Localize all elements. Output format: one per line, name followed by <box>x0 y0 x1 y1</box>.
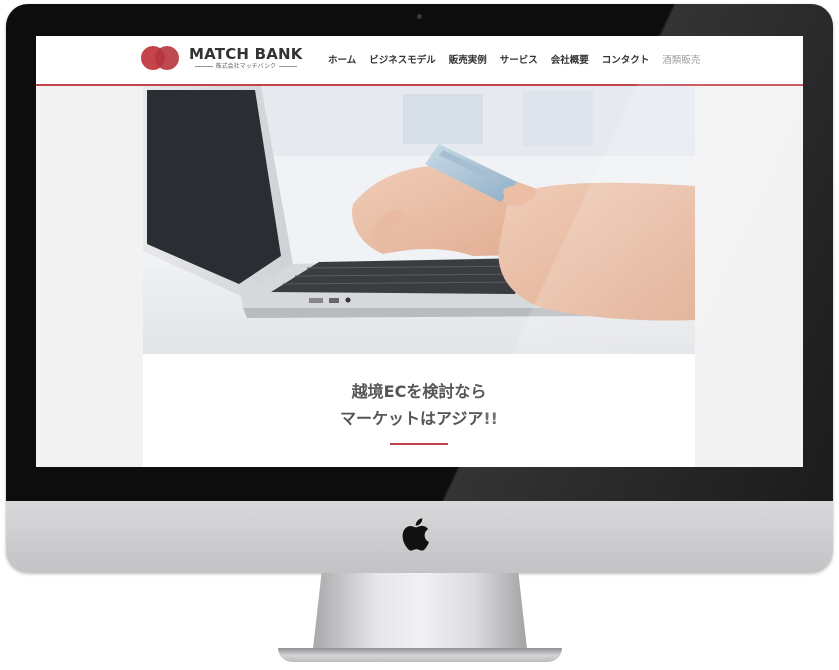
headline-line-2: マーケットはアジア!! <box>340 409 498 428</box>
hero-image <box>143 86 695 354</box>
brand-sub-text: 株式会社マッチバンク <box>215 62 276 70</box>
hero-content: 越境ECを検討なら マーケットはアジア!! <box>143 354 695 467</box>
monitor-stand <box>313 573 527 649</box>
monitor-chin <box>6 501 833 573</box>
main-nav: ホーム ビジネスモデル 販売実例 サービス 会社概要 コンタクト 酒類販売 <box>328 52 700 66</box>
brand-name: MATCH BANK <box>189 44 303 63</box>
headline-line-1: 越境ECを検討なら <box>351 382 487 401</box>
laptop-card-photo <box>143 86 695 354</box>
hero-headline: 越境ECを検討なら マーケットはアジア!! <box>143 378 695 432</box>
nav-item-home[interactable]: ホーム <box>328 52 356 66</box>
nav-item-services[interactable]: サービス <box>500 52 538 66</box>
website-screen: MATCH BANK 株式会社マッチバンク ホーム ビジネスモデル 販売実例 サ… <box>36 36 803 467</box>
nav-item-contact[interactable]: コンタクト <box>602 52 650 66</box>
brand-text: MATCH BANK 株式会社マッチバンク <box>189 44 303 71</box>
site-header: MATCH BANK 株式会社マッチバンク ホーム ビジネスモデル 販売実例 サ… <box>36 36 803 86</box>
nav-item-company[interactable]: 会社概要 <box>551 52 589 66</box>
monitor: MATCH BANK 株式会社マッチバンク ホーム ビジネスモデル 販売実例 サ… <box>6 4 833 573</box>
monitor-stand-foot <box>278 648 562 662</box>
nav-item-liquor-sales[interactable]: 酒類販売 <box>662 52 700 66</box>
apple-icon <box>402 518 429 551</box>
nav-item-sales-examples[interactable]: 販売実例 <box>449 52 487 66</box>
brand-tagline: 株式会社マッチバンク <box>194 62 297 71</box>
nav-item-business-model[interactable]: ビジネスモデル <box>369 52 436 66</box>
headline-divider <box>390 443 448 445</box>
camera-icon <box>417 14 422 19</box>
monitor-bezel: MATCH BANK 株式会社マッチバンク ホーム ビジネスモデル 販売実例 サ… <box>6 4 833 501</box>
brand-circles-icon <box>141 44 183 72</box>
brand-logo[interactable]: MATCH BANK 株式会社マッチバンク <box>141 44 303 72</box>
